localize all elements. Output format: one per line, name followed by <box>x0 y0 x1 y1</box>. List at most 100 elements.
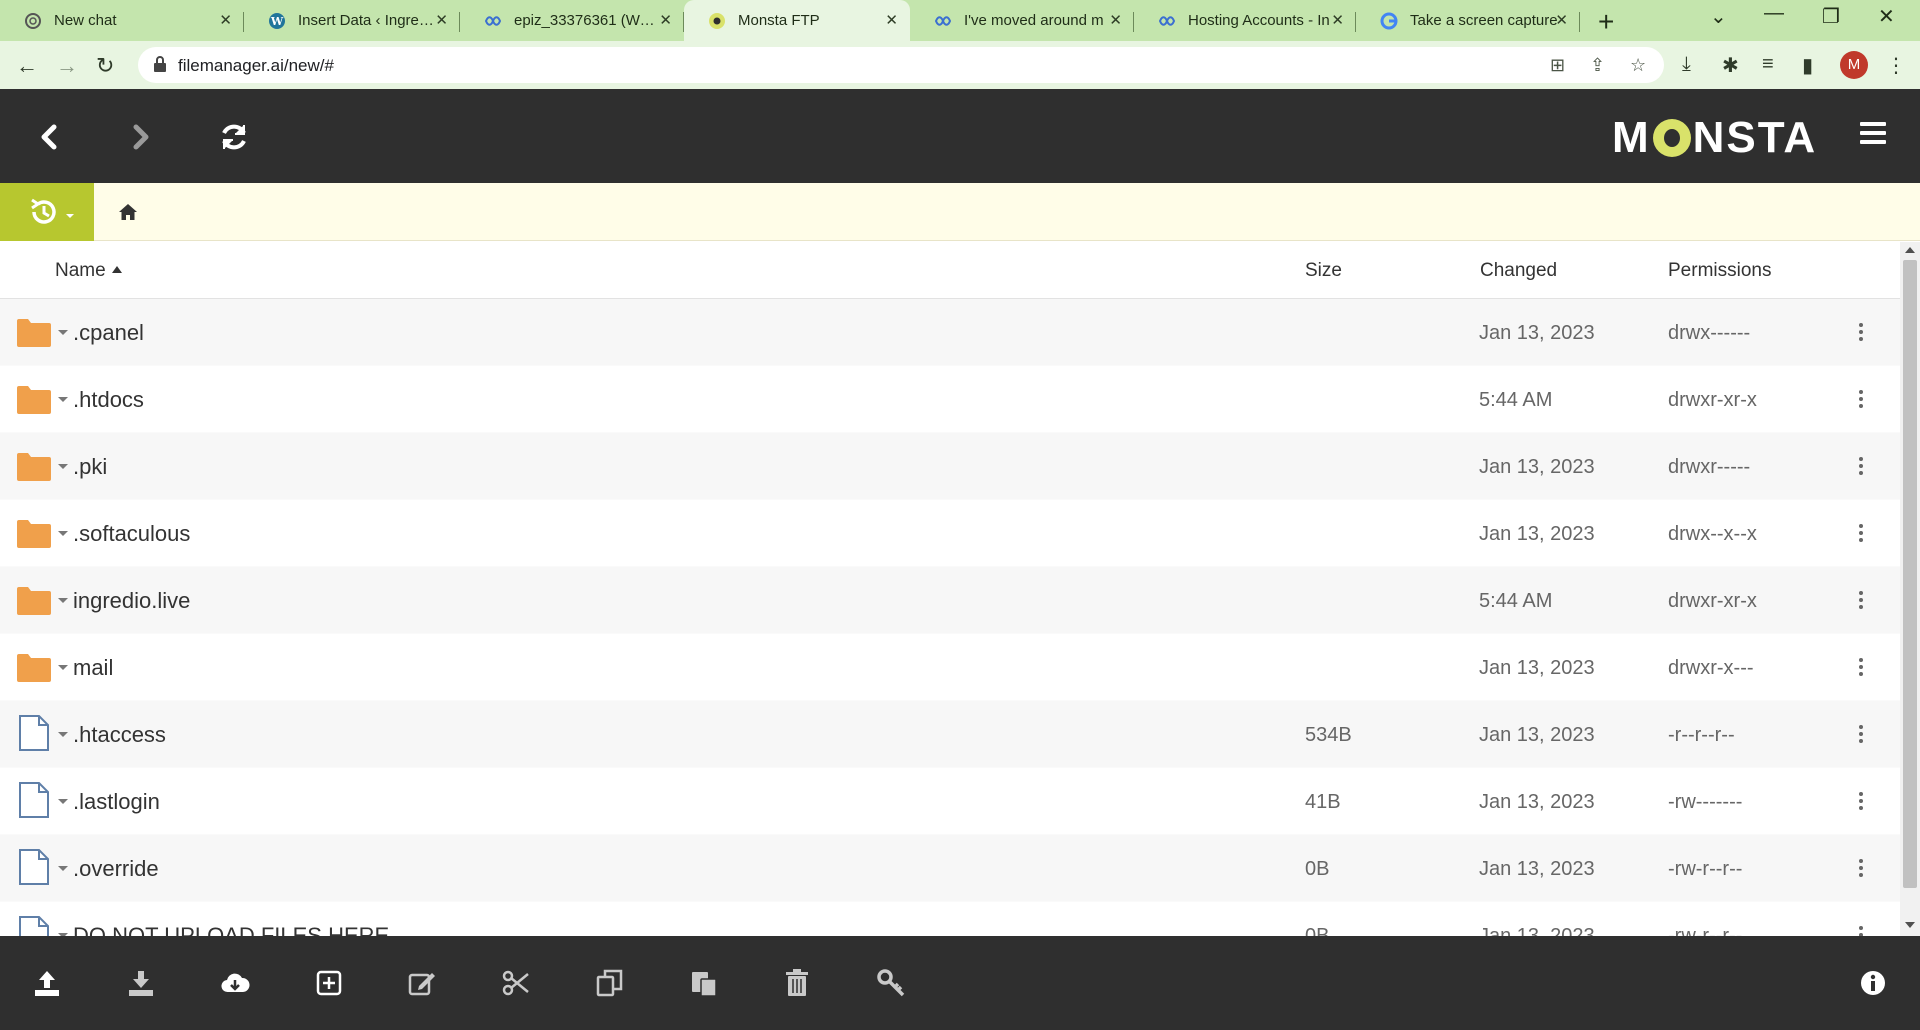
url-text[interactable]: filemanager.ai/new/# <box>178 56 334 76</box>
forward-chevron-icon[interactable] <box>120 117 160 157</box>
bookmark-star-icon[interactable]: ☆ <box>1630 55 1646 76</box>
table-row[interactable]: DO NOT UPLOAD FILES HERE 0B Jan 13, 2023 -r… <box>0 902 1900 936</box>
row-more-icon[interactable] <box>1859 457 1865 477</box>
browser-tab-7[interactable]: Take a screen capture ✕ <box>1356 0 1580 41</box>
infinityfree-icon <box>1158 16 1176 26</box>
browser-tab-5[interactable]: I've moved around m ✕ <box>910 0 1134 41</box>
row-more-icon[interactable] <box>1859 725 1865 745</box>
row-dropdown-caret-icon[interactable] <box>58 397 68 402</box>
browser-tab-active[interactable]: Monsta FTP ✕ <box>684 0 910 41</box>
cloud-download-icon[interactable] <box>220 968 250 998</box>
minimize-button[interactable]: — <box>1764 2 1784 25</box>
row-more-icon[interactable] <box>1859 323 1865 343</box>
file-name[interactable]: mail <box>73 655 113 681</box>
column-header-size[interactable]: Size <box>1305 260 1342 282</box>
table-row[interactable]: ingredio.live 5:44 AM drwxr-xr-x <box>0 567 1900 634</box>
close-icon[interactable]: ✕ <box>1331 11 1344 29</box>
paste-icon[interactable] <box>689 968 719 998</box>
lock-icon[interactable] <box>152 55 168 73</box>
file-name[interactable]: ingredio.live <box>73 588 190 614</box>
close-icon[interactable]: ✕ <box>885 11 898 29</box>
forward-arrow-icon[interactable]: → <box>56 53 78 79</box>
browser-tab-2[interactable]: W Insert Data ‹ Ingredio ✕ <box>244 0 460 41</box>
restore-button[interactable]: ❐ <box>1822 4 1840 29</box>
translate-icon[interactable]: ⊞ <box>1550 55 1565 76</box>
extensions-puzzle-icon[interactable]: ✱ <box>1722 53 1739 78</box>
file-name[interactable]: .override <box>73 856 159 882</box>
table-row[interactable]: .htaccess 534B Jan 13, 2023 -r--r--r-- <box>0 701 1900 768</box>
refresh-icon[interactable] <box>214 117 254 157</box>
side-panel-icon[interactable]: ▮ <box>1802 53 1813 78</box>
close-icon[interactable]: ✕ <box>659 11 672 29</box>
table-row[interactable]: .pki Jan 13, 2023 drwxr----- <box>0 433 1900 500</box>
row-dropdown-caret-icon[interactable] <box>58 531 68 536</box>
close-icon[interactable]: ✕ <box>219 11 232 29</box>
scroll-up-arrow-icon[interactable] <box>1905 247 1915 253</box>
row-dropdown-caret-icon[interactable] <box>58 732 68 737</box>
upload-file-icon[interactable] <box>32 968 62 998</box>
info-icon[interactable] <box>1858 968 1888 998</box>
row-dropdown-caret-icon[interactable] <box>58 866 68 871</box>
row-more-icon[interactable] <box>1859 591 1865 611</box>
close-icon[interactable]: ✕ <box>1555 11 1568 29</box>
trash-icon[interactable] <box>782 968 812 998</box>
file-name[interactable]: .cpanel <box>73 320 144 346</box>
new-item-icon[interactable] <box>314 968 344 998</box>
home-icon[interactable] <box>118 203 138 221</box>
browser-tab-3[interactable]: epiz_33376361 (Webs ✕ <box>460 0 684 41</box>
row-more-icon[interactable] <box>1859 390 1865 410</box>
row-dropdown-caret-icon[interactable] <box>58 330 68 335</box>
table-row[interactable]: mail Jan 13, 2023 drwxr-x--- <box>0 634 1900 701</box>
edit-icon[interactable] <box>407 968 437 998</box>
hamburger-menu-icon[interactable] <box>1860 122 1886 144</box>
copy-icon[interactable] <box>595 968 625 998</box>
row-dropdown-caret-icon[interactable] <box>58 464 68 469</box>
table-row[interactable]: .htdocs 5:44 AM drwxr-xr-x <box>0 366 1900 433</box>
row-more-icon[interactable] <box>1859 926 1865 936</box>
row-dropdown-caret-icon[interactable] <box>58 598 68 603</box>
scrollbar-thumb[interactable] <box>1903 260 1917 888</box>
scroll-down-arrow-icon[interactable] <box>1905 922 1915 928</box>
table-row[interactable]: .cpanel Jan 13, 2023 drwx------ <box>0 299 1900 366</box>
share-icon[interactable]: ⇪ <box>1590 55 1605 76</box>
back-chevron-icon[interactable] <box>30 117 70 157</box>
table-row[interactable]: .override 0B Jan 13, 2023 -rw-r--r-- <box>0 835 1900 902</box>
folder-icon <box>17 319 51 347</box>
file-name[interactable]: DO NOT UPLOAD FILES HERE <box>73 923 389 936</box>
back-arrow-icon[interactable]: ← <box>16 53 38 79</box>
chevron-down-icon[interactable]: ⌄ <box>1710 4 1727 29</box>
download-icon[interactable]: ⤓ <box>1682 53 1691 76</box>
window-close-button[interactable]: ✕ <box>1878 4 1895 29</box>
column-header-changed[interactable]: Changed <box>1480 260 1557 282</box>
file-name[interactable]: .htaccess <box>73 722 166 748</box>
file-name[interactable]: .softaculous <box>73 521 190 547</box>
browser-tab-6[interactable]: Hosting Accounts - In ✕ <box>1134 0 1356 41</box>
row-more-icon[interactable] <box>1859 524 1865 544</box>
row-more-icon[interactable] <box>1859 792 1865 812</box>
file-name[interactable]: .lastlogin <box>73 789 160 815</box>
browser-menu-icon[interactable]: ⋮ <box>1886 53 1906 78</box>
table-row[interactable]: .lastlogin 41B Jan 13, 2023 -rw------- <box>0 768 1900 835</box>
row-dropdown-caret-icon[interactable] <box>58 799 68 804</box>
profile-avatar[interactable]: M <box>1840 51 1868 79</box>
file-name[interactable]: .pki <box>73 454 107 480</box>
new-tab-button[interactable]: + <box>1598 6 1614 38</box>
column-header-permissions[interactable]: Permissions <box>1668 260 1771 282</box>
omnibox[interactable]: filemanager.ai/new/# ⊞ ⇪ ☆ <box>138 47 1664 83</box>
column-header-name[interactable]: Name <box>55 260 122 282</box>
reload-icon[interactable]: ↻ <box>96 53 114 79</box>
upload-folder-icon[interactable] <box>126 968 156 998</box>
history-button[interactable] <box>0 183 94 241</box>
close-icon[interactable]: ✕ <box>435 11 448 29</box>
file-name[interactable]: .htdocs <box>73 387 144 413</box>
media-queue-icon[interactable]: ≡ <box>1762 53 1774 76</box>
table-row[interactable]: .softaculous Jan 13, 2023 drwx--x--x <box>0 500 1900 567</box>
cut-scissors-icon[interactable] <box>501 968 531 998</box>
row-dropdown-caret-icon[interactable] <box>58 665 68 670</box>
row-more-icon[interactable] <box>1859 658 1865 678</box>
close-icon[interactable]: ✕ <box>1109 11 1122 29</box>
key-permissions-icon[interactable] <box>876 968 906 998</box>
browser-tab-1[interactable]: New chat ✕ <box>0 0 244 41</box>
file-changed: Jan 13, 2023 <box>1479 858 1595 880</box>
row-more-icon[interactable] <box>1859 859 1865 879</box>
